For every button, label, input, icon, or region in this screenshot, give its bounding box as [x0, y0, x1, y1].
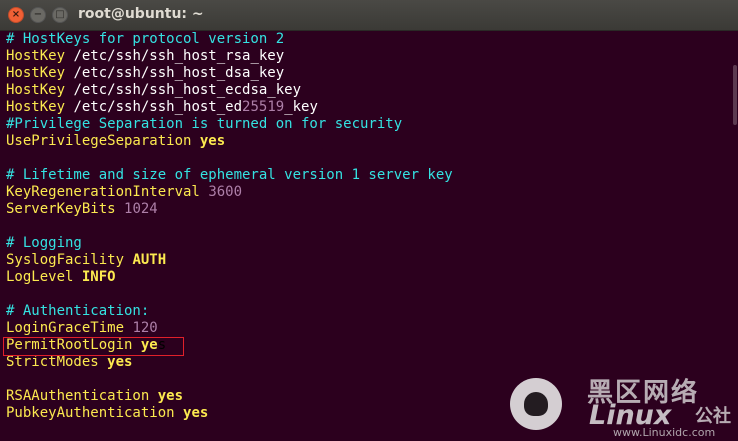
terminal-line: LoginGraceTime 120 — [6, 320, 732, 337]
terminal-text: 120 — [132, 320, 158, 336]
terminal-text: SyslogFacility — [6, 252, 125, 268]
terminal-text: PubkeyAuthentication — [6, 405, 175, 421]
terminal-line: LogLevel INFO — [6, 269, 732, 286]
terminal-text: /etc/ssh/ssh_host_dsa_key — [65, 65, 285, 81]
terminal-line: # HostKeys for protocol version 2 — [6, 31, 732, 48]
terminal-text: yes — [199, 133, 226, 149]
title-bar[interactable]: × − □ root@ubuntu: ~ — [0, 0, 738, 31]
close-icon[interactable]: × — [8, 7, 24, 23]
terminal-window: × − □ root@ubuntu: ~ # HostKeys for prot… — [0, 0, 738, 441]
terminal-text: # Logging — [6, 235, 82, 251]
terminal-text: KeyRegenerationInterval — [6, 184, 200, 200]
terminal-output[interactable]: # HostKeys for protocol version 2 HostKey… — [6, 31, 732, 422]
terminal-text: StrictModes — [6, 354, 99, 370]
terminal-text: HostKey — [6, 65, 66, 81]
terminal-line: HostKey /etc/ssh/ssh_host_ecdsa_key — [6, 82, 732, 99]
highlight-box — [3, 337, 184, 356]
terminal-text: RSAAuthentication — [6, 388, 150, 404]
scrollbar-thumb[interactable] — [733, 65, 737, 125]
terminal-text: _key — [284, 99, 318, 115]
tux-penguin-icon — [510, 378, 562, 430]
terminal-text: 25519 — [242, 99, 285, 115]
terminal-text: # Authentication: — [6, 303, 150, 319]
terminal-text: LogLevel — [6, 269, 74, 285]
terminal-text: 3600 — [208, 184, 243, 200]
terminal-line: SyslogFacility AUTH — [6, 252, 732, 269]
maximize-icon[interactable]: □ — [52, 7, 68, 23]
terminal-text: # Lifetime and size of ephemeral version… — [6, 167, 453, 183]
terminal-line: # Logging — [6, 235, 732, 252]
terminal-text: AUTH — [132, 252, 167, 268]
terminal-text: yes — [107, 354, 133, 370]
terminal-line: #Privilege Separation is turned on for s… — [6, 116, 732, 133]
terminal-text: ServerKeyBits — [6, 201, 116, 217]
watermark-gongshe-text: 公社 — [695, 406, 731, 427]
terminal-text: /etc/ssh/ssh_host_ecdsa_key — [65, 82, 302, 98]
terminal-line: # Lifetime and size of ephemeral version… — [6, 167, 732, 184]
terminal-text: HostKey — [6, 48, 66, 64]
minimize-icon[interactable]: − — [30, 7, 46, 23]
window-title: root@ubuntu: ~ — [78, 6, 204, 22]
terminal-text: HostKey — [6, 99, 66, 115]
terminal-text: INFO — [81, 269, 116, 285]
terminal-line: StrictModes yes — [6, 354, 732, 371]
terminal-text: UsePrivilegeSeparation — [6, 133, 192, 149]
terminal-text: yes — [157, 388, 184, 404]
terminal-text: /etc/ssh/ssh_host_rsa_key — [65, 48, 285, 64]
terminal-line: # Authentication: — [6, 303, 732, 320]
watermark-url: www.Linuxidc.com — [613, 426, 716, 439]
terminal-text: yes — [183, 405, 209, 421]
terminal-text: #Privilege Separation is turned on for s… — [6, 116, 403, 132]
terminal-line: HostKey /etc/ssh/ssh_host_rsa_key — [6, 48, 732, 65]
terminal-line: UsePrivilegeSeparation yes — [6, 133, 732, 150]
terminal-text: /etc/ssh/ssh_host_ed — [65, 99, 243, 115]
terminal-text: LoginGraceTime — [6, 320, 125, 336]
terminal-line: HostKey /etc/ssh/ssh_host_dsa_key — [6, 65, 732, 82]
terminal-text: HostKey — [6, 82, 66, 98]
terminal-line: HostKey /etc/ssh/ssh_host_ed25519_key — [6, 99, 732, 116]
terminal-line: ServerKeyBits 1024 — [6, 201, 732, 218]
terminal-text: 1024 — [124, 201, 158, 217]
terminal-text: # HostKeys for protocol version 2 — [6, 31, 285, 47]
watermark: 黑区网络 Linux 公社 www.Linuxidc.com — [505, 370, 738, 441]
terminal-line: KeyRegenerationInterval 3600 — [6, 184, 732, 201]
